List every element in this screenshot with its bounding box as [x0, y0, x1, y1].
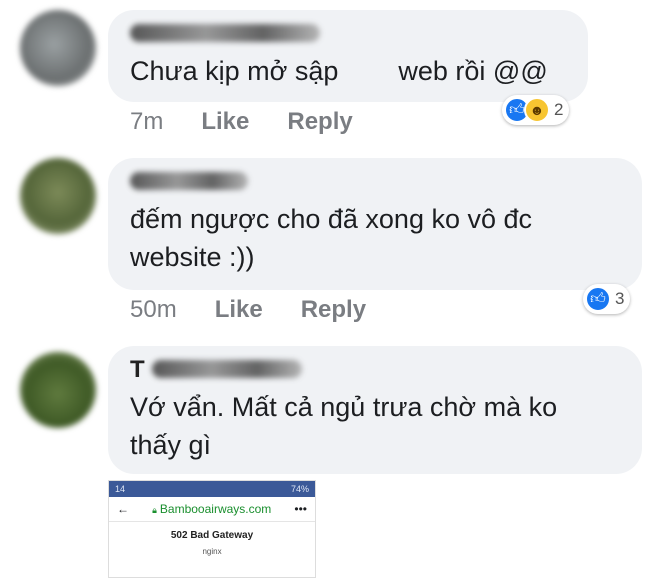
battery-level: 74% [290, 484, 309, 494]
reactions-summary[interactable]: 👍︎ 3 [583, 284, 631, 314]
comment-actions: 50m Like Reply [130, 296, 366, 324]
browser-url-bar: ← 🔒︎ Bambooairways.com ••• [109, 497, 315, 522]
back-arrow-icon: ← [117, 502, 129, 516]
comment-author[interactable] [130, 172, 620, 194]
comment-author[interactable] [130, 24, 566, 46]
reply-button[interactable]: Reply [301, 296, 366, 324]
comment-image-attachment[interactable]: 14 74% ← 🔒︎ Bambooairways.com ••• 502 Bad… [108, 480, 316, 578]
phone-status-bar: 14 74% [109, 481, 315, 497]
comment-author[interactable]: T [130, 356, 620, 383]
comment-bubble: Chưa kịp mở sập web rồi @@ [108, 10, 588, 102]
comment-bubble: T Vớ vẩn. Mất cả ngủ trưa chờ mà ko thấy… [108, 346, 642, 474]
url-text: Bambooairways.com [159, 502, 272, 516]
status-left: 14 [115, 484, 126, 494]
error-title: 502 Bad Gateway [170, 530, 254, 541]
avatar[interactable] [20, 158, 96, 234]
comment-actions: 7m Like Reply [130, 108, 353, 136]
comment-time[interactable]: 50m [130, 296, 177, 324]
comment-text: Vớ vẩn. Mất cả ngủ trưa chờ mà ko thấy g… [130, 392, 558, 460]
lock-icon: 🔒︎ [152, 505, 157, 515]
haha-icon: ☻ [524, 97, 550, 123]
error-server: nginx [202, 547, 222, 556]
comment-text: Chưa kịp mở sập web rồi @@ [130, 56, 548, 86]
reactions-summary[interactable]: 👍︎ ☻ 2 [502, 95, 570, 125]
like-button[interactable]: Like [201, 108, 249, 136]
comment-text: đếm ngược cho đã xong ko vô đc website :… [130, 204, 533, 272]
reaction-count: 2 [554, 100, 564, 119]
like-icon: 👍︎ [585, 286, 611, 312]
avatar[interactable] [20, 352, 96, 428]
author-initial: T [130, 356, 145, 383]
reaction-count: 3 [615, 289, 625, 308]
reply-button[interactable]: Reply [287, 108, 352, 136]
menu-dots-icon: ••• [294, 502, 307, 516]
avatar[interactable] [20, 10, 96, 86]
comment-time[interactable]: 7m [130, 108, 163, 136]
comment-bubble: đếm ngược cho đã xong ko vô đc website :… [108, 158, 642, 290]
like-button[interactable]: Like [215, 296, 263, 324]
